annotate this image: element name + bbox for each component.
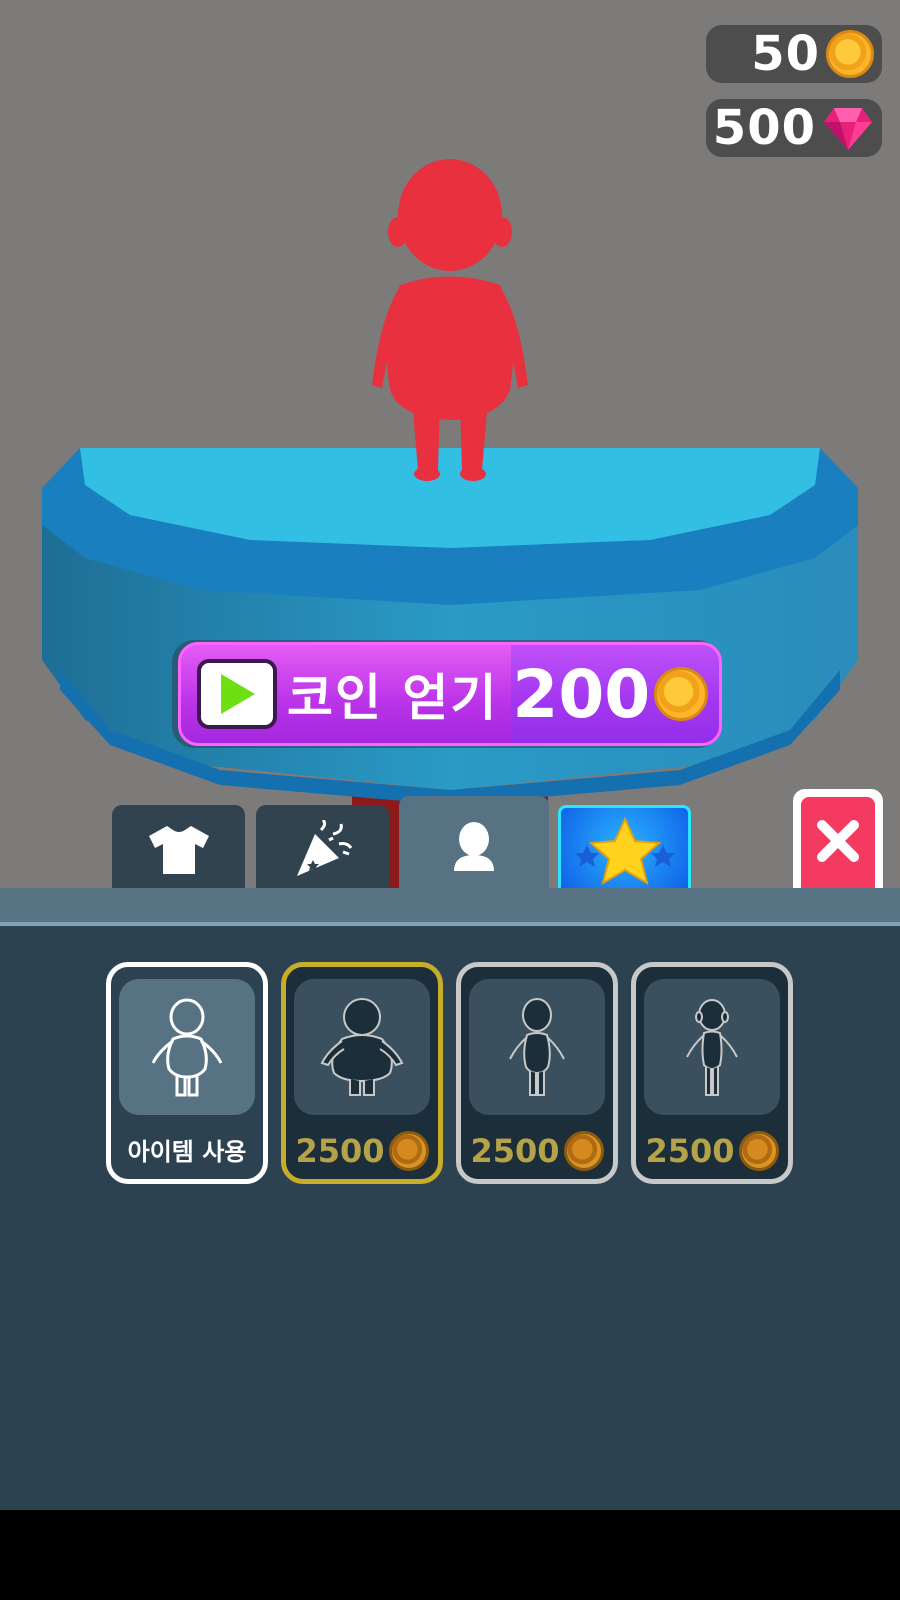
close-button[interactable]: [793, 789, 883, 888]
body-fat-icon: [320, 998, 404, 1096]
item-thumbnail: [469, 979, 605, 1115]
item-thumbnail: [294, 979, 430, 1115]
item-price: 2500: [461, 1131, 613, 1171]
ad-button-label: 코인 얻기: [287, 669, 499, 727]
star-icon: [574, 816, 675, 885]
item-price: 2500: [286, 1131, 438, 1171]
item-thumbnail: [119, 979, 255, 1115]
gem-count: 500: [712, 100, 816, 156]
close-icon: [817, 820, 859, 862]
party-popper-icon: [296, 820, 352, 876]
body-chubby-icon: [151, 998, 223, 1097]
item-card[interactable]: 2500: [281, 962, 443, 1184]
gem-icon: [824, 108, 872, 150]
item-card-equipped[interactable]: 아이템 사용: [106, 962, 268, 1184]
coin-counter: 50: [706, 25, 882, 83]
coin-icon: [826, 30, 874, 78]
panel-header-strip: [0, 888, 900, 926]
character: [372, 159, 528, 481]
tab-special[interactable]: [558, 805, 691, 888]
coin-icon: [738, 1131, 779, 1171]
game-scene: 50 500 코인 얻기 200: [0, 0, 900, 888]
item-card[interactable]: 2500: [631, 962, 793, 1184]
coin-icon: [388, 1131, 429, 1171]
use-item-label: 아이템 사용: [127, 1138, 247, 1166]
tab-body[interactable]: [399, 796, 549, 888]
tab-effects[interactable]: [256, 805, 389, 888]
gem-counter: 500: [706, 99, 882, 157]
coin-icon: [563, 1131, 604, 1171]
head-silhouette-icon: [454, 822, 494, 871]
coin-icon: [654, 667, 709, 721]
play-video-icon: [197, 659, 277, 729]
get-coins-ad-button[interactable]: 코인 얻기 200: [178, 642, 722, 746]
item-price: 2500: [636, 1131, 788, 1171]
coin-count: 50: [751, 26, 820, 82]
body-thin-icon: [686, 999, 738, 1096]
price-value: 2500: [645, 1132, 735, 1170]
item-thumbnail: [644, 979, 780, 1115]
price-value: 2500: [470, 1132, 560, 1170]
item-card[interactable]: 2500: [456, 962, 618, 1184]
ad-button-amount: 200: [512, 655, 651, 733]
tab-clothes[interactable]: [112, 805, 245, 888]
body-slim-icon: [509, 998, 565, 1096]
price-value: 2500: [295, 1132, 385, 1170]
t-shirt-icon: [148, 826, 209, 874]
